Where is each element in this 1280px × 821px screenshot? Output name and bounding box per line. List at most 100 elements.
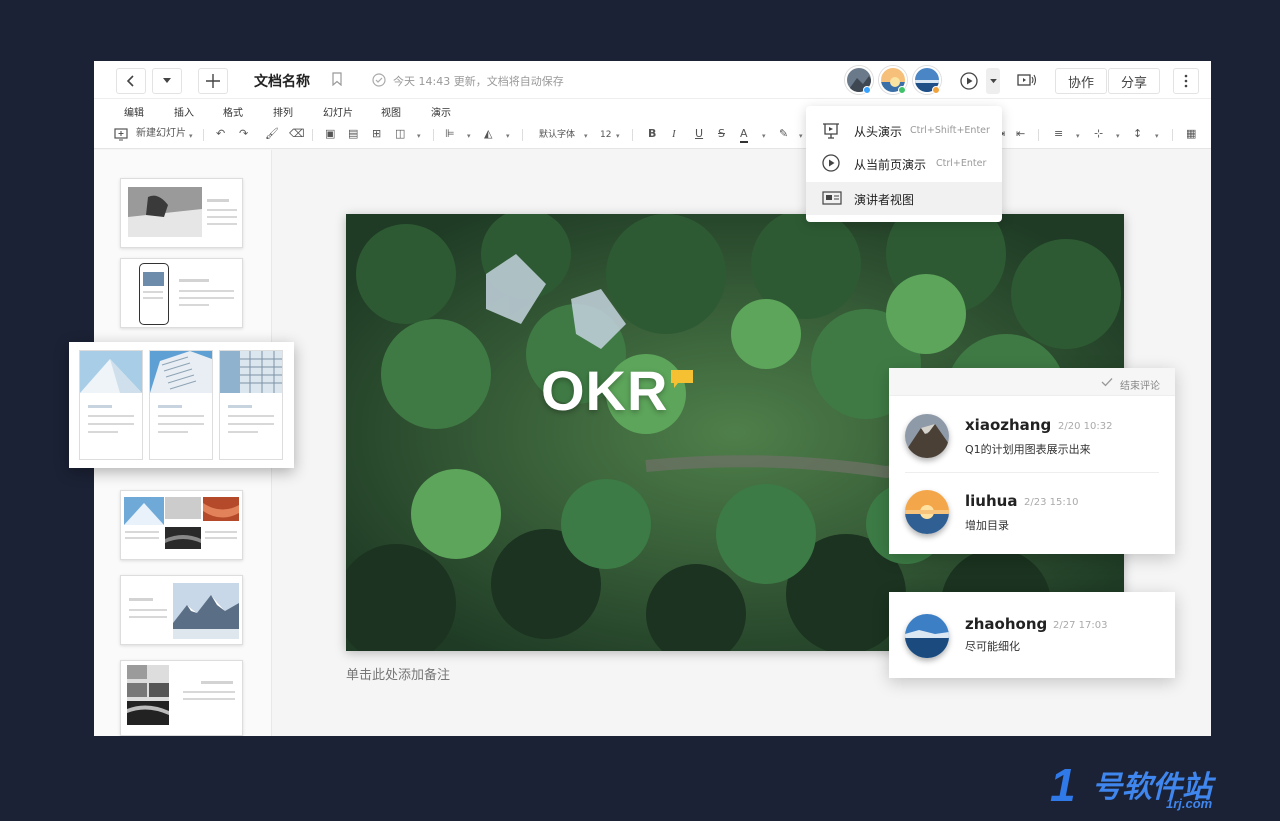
new-document-button[interactable] [198, 68, 228, 94]
caret-down-icon[interactable]: ▾ [584, 129, 588, 143]
new-slide-button[interactable]: 新建幻灯片 [136, 127, 186, 141]
undo-icon[interactable]: ↶ [216, 127, 225, 141]
menu-edit[interactable]: 编辑 [124, 104, 144, 119]
strikethrough-icon[interactable]: S [718, 127, 725, 141]
menu-insert[interactable]: 插入 [174, 104, 194, 119]
comment-marker-icon[interactable] [670, 369, 694, 389]
divider [1172, 129, 1173, 141]
divider [203, 129, 204, 141]
back-button[interactable] [116, 68, 146, 94]
align-text-icon[interactable]: ≡ [1054, 127, 1063, 141]
presenter-view-item[interactable]: 演讲者视图 [806, 182, 1002, 215]
caret-down-icon[interactable]: ▾ [616, 129, 620, 143]
thumbnail-image [128, 187, 202, 237]
thumbnail-image [173, 583, 239, 639]
comment-time: 2/20 10:32 [1058, 421, 1113, 432]
slide-thumbnail[interactable] [120, 660, 243, 736]
slide-thumbnail[interactable] [120, 178, 243, 248]
comment-time: 2/23 15:10 [1024, 497, 1079, 508]
bookmark-icon[interactable] [332, 72, 342, 86]
shape-icon[interactable]: ◫ [395, 127, 405, 141]
caret-down-icon[interactable]: ▾ [762, 129, 766, 143]
share-button[interactable]: 分享 [1108, 68, 1160, 94]
highlight-icon[interactable]: ✎ [779, 127, 788, 141]
thumbnail-image [165, 527, 201, 549]
redo-icon[interactable]: ↷ [239, 127, 248, 141]
vertical-align-icon[interactable]: ⊹ [1094, 127, 1103, 141]
title-bar: 文档名称 今天 14:43 更新，文档将自动保存 协作 分享 [94, 61, 1211, 99]
format-painter-icon[interactable]: 🖌 [265, 127, 279, 141]
divider [1038, 129, 1039, 141]
present-from-start-item[interactable]: 从头演示 Ctrl+Shift+Enter [806, 114, 1002, 147]
outdent-icon[interactable]: ⇤ [1016, 127, 1025, 141]
speaker-notes-placeholder[interactable]: 单击此处添加备注 [346, 664, 450, 683]
slide-settings-icon[interactable]: ▦ [1186, 127, 1196, 141]
menu-format[interactable]: 格式 [223, 104, 243, 119]
caret-down-icon[interactable]: ▾ [1116, 129, 1120, 143]
present-dropdown-button[interactable] [986, 68, 1000, 94]
online-status [898, 86, 906, 94]
more-vertical-icon [1184, 74, 1188, 88]
end-comment-button[interactable]: 结束评论 [1120, 377, 1160, 392]
comment-text: Q1的计划用图表展示出来 [965, 443, 1091, 456]
font-size-select[interactable]: 12 [600, 128, 611, 142]
caret-down-icon[interactable]: ▾ [1155, 129, 1159, 143]
line-spacing-icon[interactable]: ↕ [1133, 127, 1142, 141]
bold-icon[interactable]: B [648, 127, 656, 141]
menu-item-label: 从头演示 [854, 125, 903, 139]
play-circle-icon [960, 72, 978, 90]
thumbnail-image [165, 497, 201, 519]
fill-color-icon[interactable]: ◭ [484, 127, 492, 141]
italic-icon[interactable]: I [672, 127, 676, 141]
comment-text: 尽可能细化 [965, 640, 1020, 653]
table-icon[interactable]: ⊞ [372, 127, 381, 141]
toolbar: 新建幻灯片 ▾ ↶ ↷ 🖌 ⌫ ▣ ▤ ⊞ ◫ ▾ ⊫ ▾ ◭ ▾ 默认字体 ▾… [94, 121, 1211, 149]
avatar [905, 414, 949, 458]
document-title[interactable]: 文档名称 [254, 71, 310, 91]
thumbnail-image [80, 351, 142, 393]
present-button[interactable] [954, 68, 984, 94]
present-from-current-item[interactable]: 从当前页演示 Ctrl+Enter [806, 147, 1002, 180]
cast-icon [1017, 74, 1037, 86]
caret-down-icon[interactable]: ▾ [799, 129, 803, 143]
new-slide-icon[interactable] [114, 127, 128, 141]
font-color-icon[interactable]: A [740, 127, 748, 143]
history-dropdown-button[interactable] [152, 68, 182, 94]
slide-thumbnail[interactable] [120, 575, 243, 645]
font-family-select[interactable]: 默认字体 [539, 128, 575, 142]
collaborate-button[interactable]: 协作 [1055, 68, 1107, 94]
selected-slide-thumbnail[interactable] [69, 342, 294, 468]
caret-down-icon[interactable]: ▾ [467, 129, 471, 143]
caret-down-icon[interactable]: ▾ [189, 129, 193, 143]
divider [433, 129, 434, 141]
shortcut-label: Ctrl+Shift+Enter [910, 125, 990, 136]
save-status: 今天 14:43 更新，文档将自动保存 [393, 75, 564, 88]
caret-down-icon[interactable]: ▾ [1076, 129, 1080, 143]
thumbnail-image [150, 351, 212, 393]
caret-down-icon[interactable]: ▾ [417, 129, 421, 143]
eraser-icon[interactable]: ⌫ [289, 127, 305, 141]
more-button[interactable] [1173, 68, 1199, 94]
caret-down-icon[interactable]: ▾ [506, 129, 510, 143]
comment-card: zhaohong 2/27 17:03 尽可能细化 [889, 592, 1175, 678]
menu-arrange[interactable]: 排列 [273, 104, 293, 119]
underline-icon[interactable]: U [695, 127, 703, 141]
caret-down-icon [989, 78, 997, 83]
check-icon [1101, 378, 1113, 387]
textbox-icon[interactable]: ▣ [325, 127, 335, 141]
thumbnail-image [220, 351, 282, 393]
caret-down-icon [163, 78, 171, 83]
chevron-left-icon [126, 75, 134, 87]
slide-thumbnail[interactable] [120, 258, 243, 328]
menu-present[interactable]: 演示 [431, 104, 451, 119]
slide-thumbnail[interactable] [120, 490, 243, 560]
image-icon[interactable]: ▤ [348, 127, 358, 141]
menu-slide[interactable]: 幻灯片 [323, 104, 353, 119]
plus-icon [206, 74, 220, 88]
menu-view[interactable]: 视图 [381, 104, 401, 119]
screen-cast-button[interactable] [1012, 68, 1042, 94]
slide-title[interactable]: OKR [541, 358, 668, 423]
menu-item-label: 从当前页演示 [854, 158, 927, 172]
thumbnail-image [203, 497, 239, 521]
align-objects-icon[interactable]: ⊫ [445, 127, 455, 141]
